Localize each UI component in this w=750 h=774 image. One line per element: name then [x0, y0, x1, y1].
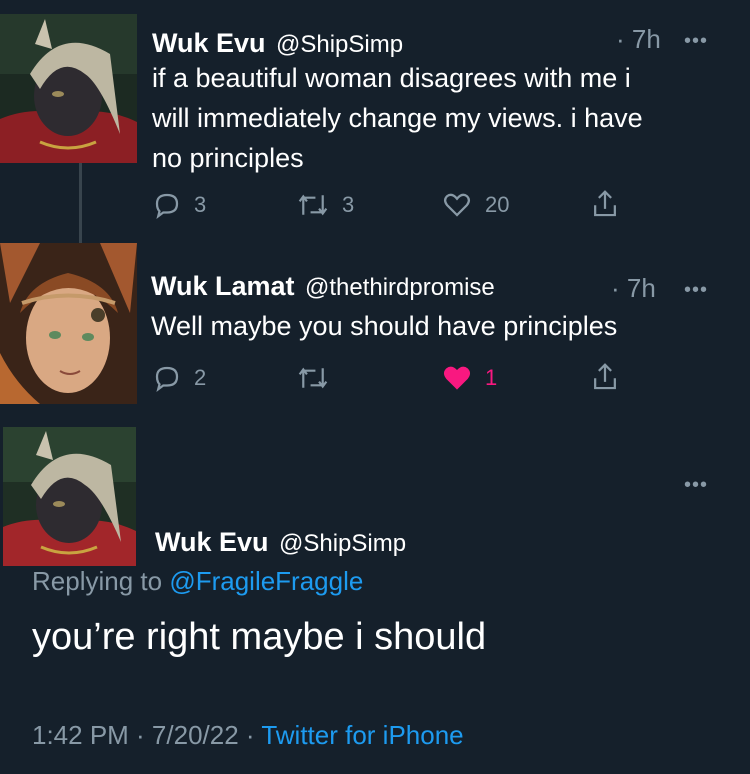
tweet-time[interactable]: · 7h — [616, 24, 661, 55]
reply-button[interactable]: 2 — [152, 363, 206, 393]
share-icon — [594, 363, 616, 390]
tweet-header: Wuk Evu @ShipSimp — [152, 28, 403, 59]
avatar-wuk-evu[interactable] — [3, 427, 136, 566]
detail-tweet-text: you’re right maybe i should — [32, 616, 487, 658]
like-button[interactable]: 1 — [441, 363, 497, 393]
reply-count: 2 — [194, 365, 207, 390]
display-name[interactable]: Wuk Evu — [155, 527, 269, 557]
share-button[interactable] — [590, 361, 620, 393]
like-button[interactable]: 20 — [441, 190, 509, 220]
share-button[interactable] — [590, 188, 620, 220]
more-icon[interactable]: ••• — [684, 279, 708, 302]
reply-button[interactable]: 3 — [152, 190, 206, 220]
retweet-button[interactable]: 3 — [296, 190, 354, 220]
retweet-count: 3 — [342, 192, 355, 217]
display-name[interactable]: Wuk Lamat — [151, 271, 295, 301]
tweet-timestamp[interactable]: 1:42 PM · 7/20/22 · — [32, 720, 261, 750]
more-icon[interactable]: ••• — [684, 474, 708, 497]
like-count: 1 — [485, 365, 498, 390]
tweet-text-line: will immediately change my views. i have — [152, 103, 643, 133]
replying-to-label: Replying to — [32, 566, 170, 596]
tweet-text: if a beautiful woman disagrees with me i… — [152, 58, 643, 178]
like-count: 20 — [485, 192, 510, 217]
like-icon — [444, 193, 470, 217]
avatar-wuk-lamat[interactable] — [0, 243, 137, 404]
user-handle[interactable]: @ShipSimp — [276, 31, 403, 58]
tweet-text-line: Well maybe you should have principles — [151, 311, 618, 341]
thread-line — [79, 163, 82, 243]
tweet-text-line: if a beautiful woman disagrees with me i — [152, 63, 631, 93]
retweet-icon — [298, 367, 328, 389]
tweet-header: Wuk Lamat @thethirdpromise — [151, 271, 495, 302]
replying-to: Replying to @FragileFraggle — [32, 566, 363, 597]
avatar-wuk-evu[interactable] — [0, 14, 137, 163]
tweet-source[interactable]: Twitter for iPhone — [261, 720, 463, 750]
tweet-meta: 1:42 PM · 7/20/22 · Twitter for iPhone — [32, 720, 464, 751]
reply-icon — [155, 366, 179, 393]
user-handle[interactable]: @thethirdpromise — [305, 274, 495, 301]
tweet-header: Wuk Evu @ShipSimp — [155, 527, 406, 558]
display-name[interactable]: Wuk Evu — [152, 28, 266, 58]
user-handle[interactable]: @ShipSimp — [279, 530, 406, 557]
tweet-text: Well maybe you should have principles — [151, 306, 617, 346]
retweet-icon — [298, 194, 328, 216]
tweet-time[interactable]: · 7h — [611, 273, 656, 304]
reply-count: 3 — [194, 192, 207, 217]
replying-to-link[interactable]: @FragileFraggle — [169, 566, 363, 596]
more-icon[interactable]: ••• — [684, 30, 708, 53]
reply-icon — [155, 193, 179, 220]
tweet-text-line: no principles — [152, 143, 304, 173]
like-icon — [444, 366, 470, 390]
retweet-button[interactable] — [296, 363, 342, 393]
share-icon — [594, 190, 616, 217]
